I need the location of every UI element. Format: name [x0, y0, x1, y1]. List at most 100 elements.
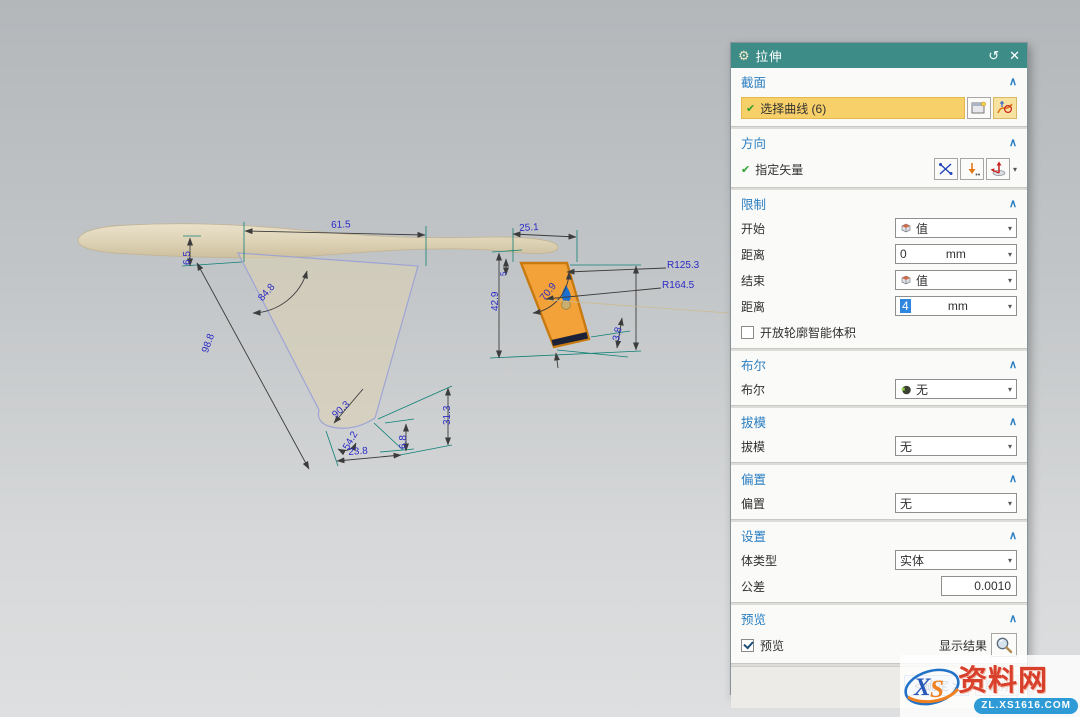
arrow-down-icon [964, 162, 980, 176]
end-mode-dropdown[interactable]: 值 ▾ [895, 270, 1017, 290]
vector-cross-icon [938, 162, 954, 176]
collapse-chevron[interactable]: ∧ [1009, 415, 1017, 428]
wing-surface[interactable] [238, 253, 418, 428]
start-distance-field[interactable]: 0 mm ▾ [895, 244, 1017, 264]
watermark-logo: X S [902, 663, 962, 711]
caret-icon: ▾ [1005, 556, 1012, 565]
check-icon: ✔ [746, 102, 755, 115]
boolean-group: 布尔 ∧ 布尔 无 ▾ [731, 351, 1027, 406]
boolean-dropdown[interactable]: 无 ▾ [895, 379, 1017, 399]
limits-header: 限制 [741, 194, 1009, 213]
cube-icon [900, 274, 912, 286]
dim-radius-2: R164.5 [662, 281, 694, 291]
vector-options-caret[interactable]: ▾ [1010, 165, 1017, 174]
caret-icon: ▾ [1005, 499, 1012, 508]
show-result-label: 显示结果 [939, 637, 987, 654]
end-mode-value: 值 [916, 272, 928, 289]
collapse-chevron[interactable]: ∧ [1009, 358, 1017, 371]
watermark-url: ZL.XS1616.COM [974, 698, 1078, 714]
direction-group: 方向 ∧ ✔ 指定矢量 [731, 129, 1027, 188]
tolerance-label: 公差 [741, 578, 941, 595]
extrude-dialog: ⚙ 拉伸 ↺ ✕ 截面 ∧ ✔ 选择曲线 (6) [730, 42, 1028, 695]
direction-header: 方向 [741, 133, 1009, 152]
caret-icon: ▾ [1005, 442, 1012, 451]
reset-button[interactable]: ↺ [988, 48, 999, 64]
inferred-vector-button[interactable] [960, 158, 984, 180]
check-icon: ✔ [741, 163, 750, 176]
section-group: 截面 ∧ ✔ 选择曲线 (6) [731, 68, 1027, 127]
draft-group: 拔模 ∧ 拔模 无 ▾ [731, 408, 1027, 463]
dim-fin-top: 25.1 [519, 223, 539, 234]
draft-dropdown[interactable]: 无 ▾ [895, 436, 1017, 456]
offset-header: 偏置 [741, 469, 1009, 488]
curve-rule-button[interactable] [993, 97, 1017, 119]
settings-group: 设置 ∧ 体类型 实体 ▾ 公差 0.0010 [731, 522, 1027, 603]
caret-icon: ▾ [1005, 276, 1012, 285]
start-distance-label: 距离 [741, 246, 895, 263]
curve-icon [996, 100, 1014, 116]
collapse-chevron[interactable]: ∧ [1009, 75, 1017, 88]
end-distance-value: 4 [900, 299, 911, 313]
select-curve-label: 选择曲线 (6) [760, 100, 826, 117]
dialog-titlebar[interactable]: ⚙ 拉伸 ↺ ✕ [731, 43, 1027, 68]
close-button[interactable]: ✕ [1009, 48, 1020, 64]
two-point-vector-button[interactable] [934, 158, 958, 180]
open-profile-checkbox[interactable] [741, 326, 754, 339]
dim-fuselage-length: 61.5 [331, 220, 351, 231]
preview-label: 预览 [760, 637, 939, 654]
end-distance-label: 距离 [741, 298, 895, 315]
limits-group: 限制 ∧ 开始 值 ▾ 距离 0 mm ▾ [731, 190, 1027, 349]
handle-ball[interactable] [562, 301, 571, 310]
offset-dropdown[interactable]: 无 ▾ [895, 493, 1017, 513]
watermark: X S 资料网 ZL.XS1616.COM [900, 655, 1080, 717]
draft-header: 拔模 [741, 412, 1009, 431]
vector-dialog-button[interactable] [986, 158, 1010, 180]
tolerance-value: 0.0010 [974, 579, 1011, 593]
select-curve-field[interactable]: ✔ 选择曲线 (6) [741, 97, 965, 119]
boolean-label: 布尔 [741, 381, 895, 398]
caret-icon: ▾ [1005, 385, 1012, 394]
draft-label: 拔模 [741, 438, 895, 455]
boolean-value: 无 [916, 381, 928, 398]
end-distance-field[interactable]: 4 mm ▾ [895, 296, 1017, 316]
watermark-logo-s: S [930, 676, 944, 703]
start-label: 开始 [741, 220, 895, 237]
section-dialog-button[interactable] [967, 97, 991, 119]
boolean-none-icon [900, 383, 912, 395]
dim-fin-gap: 5 [500, 272, 508, 276]
collapse-chevron[interactable]: ∧ [1009, 197, 1017, 210]
dim-root-offset: 6.5 [183, 251, 193, 265]
boolean-header: 布尔 [741, 355, 1009, 374]
caret-icon: ▾ [1005, 250, 1012, 259]
start-distance-value: 0 [900, 247, 907, 261]
start-unit: mm [946, 247, 966, 261]
section-dialog-icon [971, 101, 987, 115]
offset-label: 偏置 [741, 495, 895, 512]
collapse-chevron[interactable]: ∧ [1009, 472, 1017, 485]
collapse-chevron[interactable]: ∧ [1009, 612, 1017, 625]
dialog-title: 拉伸 [756, 46, 979, 65]
open-profile-label: 开放轮廓智能体积 [760, 324, 1017, 341]
start-mode-value: 值 [916, 220, 928, 237]
collapse-chevron[interactable]: ∧ [1009, 529, 1017, 542]
collapse-chevron[interactable]: ∧ [1009, 136, 1017, 149]
dim-fin-height: 42.9 [491, 292, 501, 311]
start-mode-dropdown[interactable]: 值 ▾ [895, 218, 1017, 238]
offset-value: 无 [900, 495, 912, 512]
preview-header: 预览 [741, 609, 1009, 628]
magnifier-icon [995, 636, 1013, 654]
caret-icon: ▾ [1005, 224, 1012, 233]
body-type-label: 体类型 [741, 552, 895, 569]
offset-group: 偏置 ∧ 偏置 无 ▾ [731, 465, 1027, 520]
gear-icon: ⚙ [738, 48, 750, 64]
tolerance-input[interactable]: 0.0010 [941, 576, 1017, 596]
dim-tip-thickness: 6.8 [399, 435, 409, 449]
preview-checkbox[interactable] [741, 639, 754, 652]
caret-icon: ▾ [1005, 302, 1012, 311]
fuselage-body[interactable] [78, 224, 558, 258]
show-result-button[interactable] [991, 633, 1017, 657]
section-header: 截面 [741, 72, 1009, 91]
body-type-dropdown[interactable]: 实体 ▾ [895, 550, 1017, 570]
dim-radius-1: R125.3 [667, 261, 699, 271]
end-label: 结束 [741, 272, 895, 289]
